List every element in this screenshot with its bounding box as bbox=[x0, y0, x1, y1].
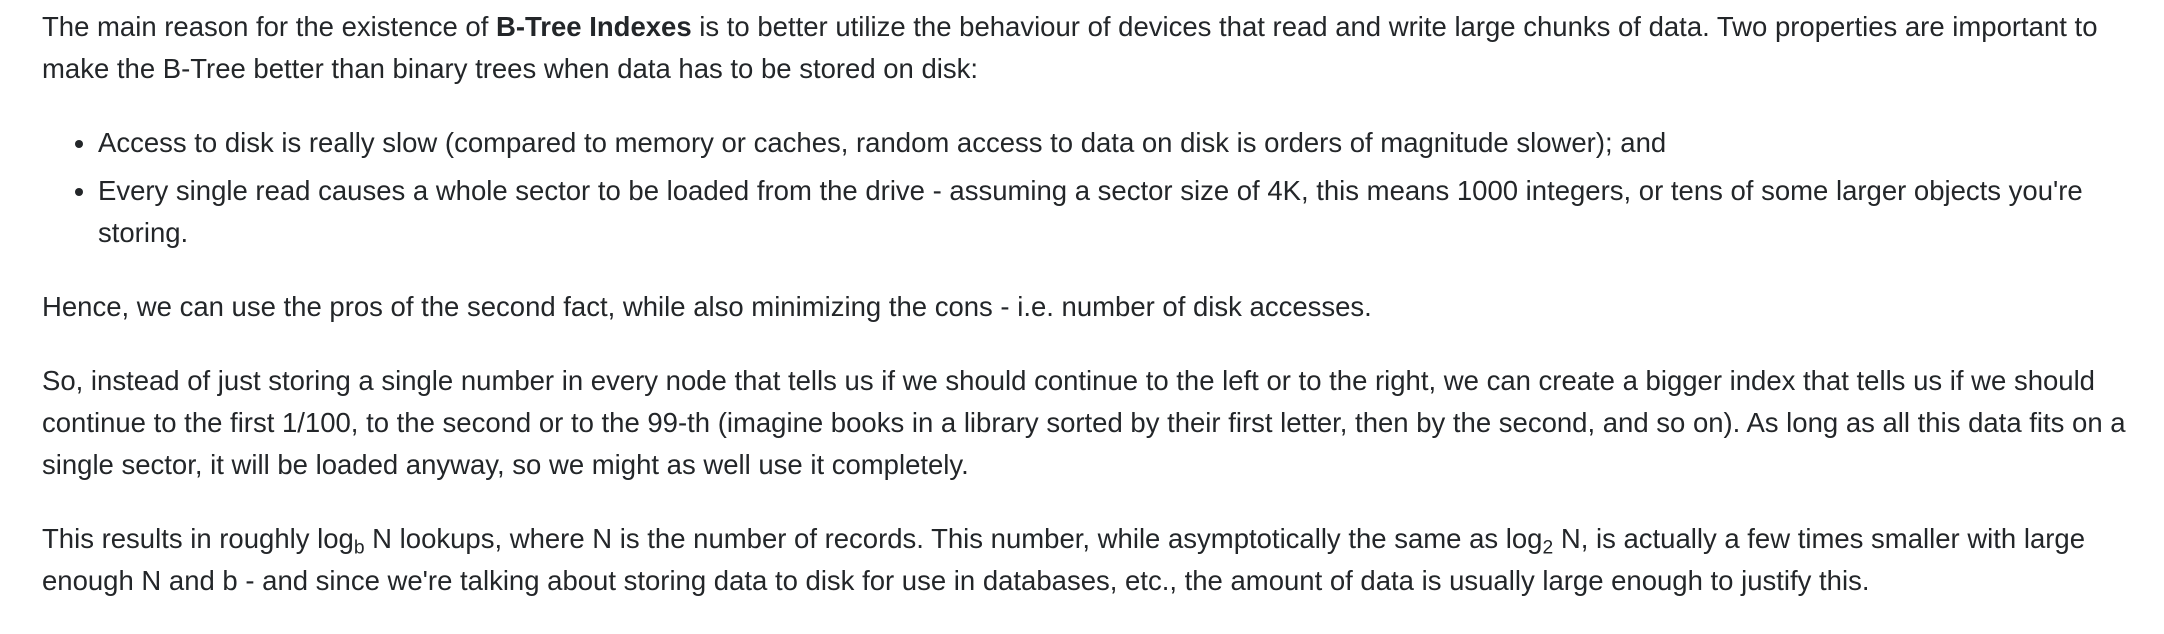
disk-properties-list: Access to disk is really slow (compared … bbox=[42, 122, 2146, 254]
b-tree-indexes-bold: B-Tree Indexes bbox=[496, 11, 692, 42]
list-item: Every single read causes a whole sector … bbox=[98, 170, 2146, 254]
lookups-text-1: This results in roughly log bbox=[42, 523, 354, 554]
intro-paragraph: The main reason for the existence of B-T… bbox=[42, 6, 2146, 90]
log-base-b-subscript: b bbox=[353, 537, 365, 559]
answer-body: The main reason for the existence of B-T… bbox=[42, 6, 2146, 634]
lookups-paragraph: This results in roughly logb N lookups, … bbox=[42, 518, 2146, 602]
log-base-2-subscript: 2 bbox=[1542, 537, 1554, 559]
hence-paragraph: Hence, we can use the pros of the second… bbox=[42, 291, 1372, 322]
intro-text-start: The main reason for the existence of bbox=[42, 11, 496, 42]
lookups-text-2: N lookups, where N is the number of reco… bbox=[364, 523, 1543, 554]
list-item: Access to disk is really slow (compared … bbox=[98, 122, 2146, 164]
index-paragraph: So, instead of just storing a single num… bbox=[42, 365, 2126, 480]
